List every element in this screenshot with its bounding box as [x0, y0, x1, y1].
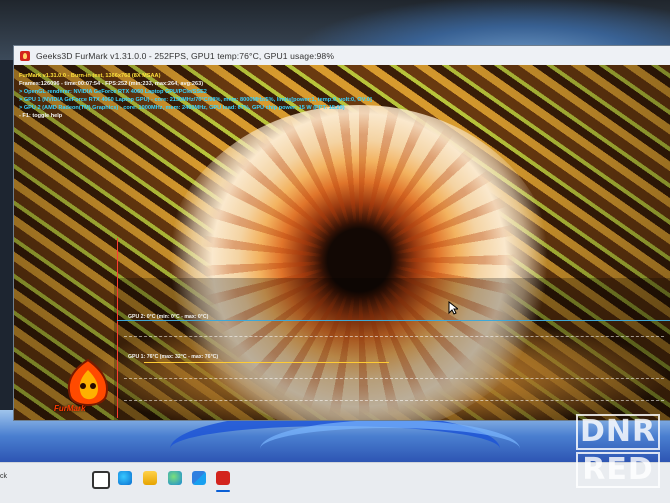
temperature-graph: GPU 2: 0°C (min: 0°C - max: 0°C) GPU 1: …	[114, 238, 670, 420]
graph-gridline	[124, 400, 664, 401]
osd-line-renderer: > OpenGL renderer: NVIDIA GeForce RTX 40…	[19, 89, 207, 95]
watermark-line-1: DNR	[576, 414, 660, 450]
osd-line-gpu2: > GPU 2 (AMD Radeon(TM) Graphics) - core…	[19, 105, 345, 111]
file-explorer-icon[interactable]	[143, 471, 157, 485]
furmark-taskbar-icon[interactable]	[216, 471, 230, 485]
render-viewport[interactable]: FurMark v1.31.0.0 - Burn-in test, 1366x7…	[14, 65, 670, 420]
gpu1-temp-label: GPU 1: 76°C (max: 32°C - max: 76°C)	[128, 354, 219, 360]
active-app-indicator	[216, 490, 230, 492]
gpu1-temp-line	[144, 362, 389, 363]
gpu2-temp-line	[117, 320, 670, 321]
graph-gridline	[124, 378, 664, 379]
osd-line-gpu1: > GPU 1 (NVIDIA GeForce RTX 4060 Laptop …	[19, 97, 372, 103]
store-icon[interactable]	[192, 471, 206, 485]
osd-line-title: FurMark v1.31.0.0 - Burn-in test, 1366x7…	[19, 73, 161, 79]
furmark-window[interactable]: Geeks3D FurMark v1.31.0.0 - 252FPS, GPU1…	[14, 46, 670, 420]
taskbar-left-text: ck	[0, 473, 7, 480]
furmark-logo-text: FurMark	[54, 404, 86, 413]
dnr-red-watermark: DNR RED	[576, 414, 660, 498]
osd-line-help: - F1: toggle help	[19, 113, 63, 119]
watermark-line-2: RED	[576, 452, 660, 488]
graph-gridline	[124, 336, 664, 337]
task-view-icon[interactable]	[92, 471, 110, 489]
window-titlebar[interactable]: Geeks3D FurMark v1.31.0.0 - 252FPS, GPU1…	[14, 46, 670, 65]
osd-line-frames: Frames:126096 - time:00:07:54 - FPS:252 …	[19, 81, 204, 87]
edge-dev-icon[interactable]	[168, 471, 182, 485]
furmark-app-icon	[20, 50, 30, 61]
mouse-cursor-icon	[448, 301, 458, 315]
edge-icon[interactable]	[118, 471, 132, 485]
window-title: Geeks3D FurMark v1.31.0.0 - 252FPS, GPU1…	[36, 50, 335, 61]
windows-taskbar: ck	[0, 462, 670, 503]
